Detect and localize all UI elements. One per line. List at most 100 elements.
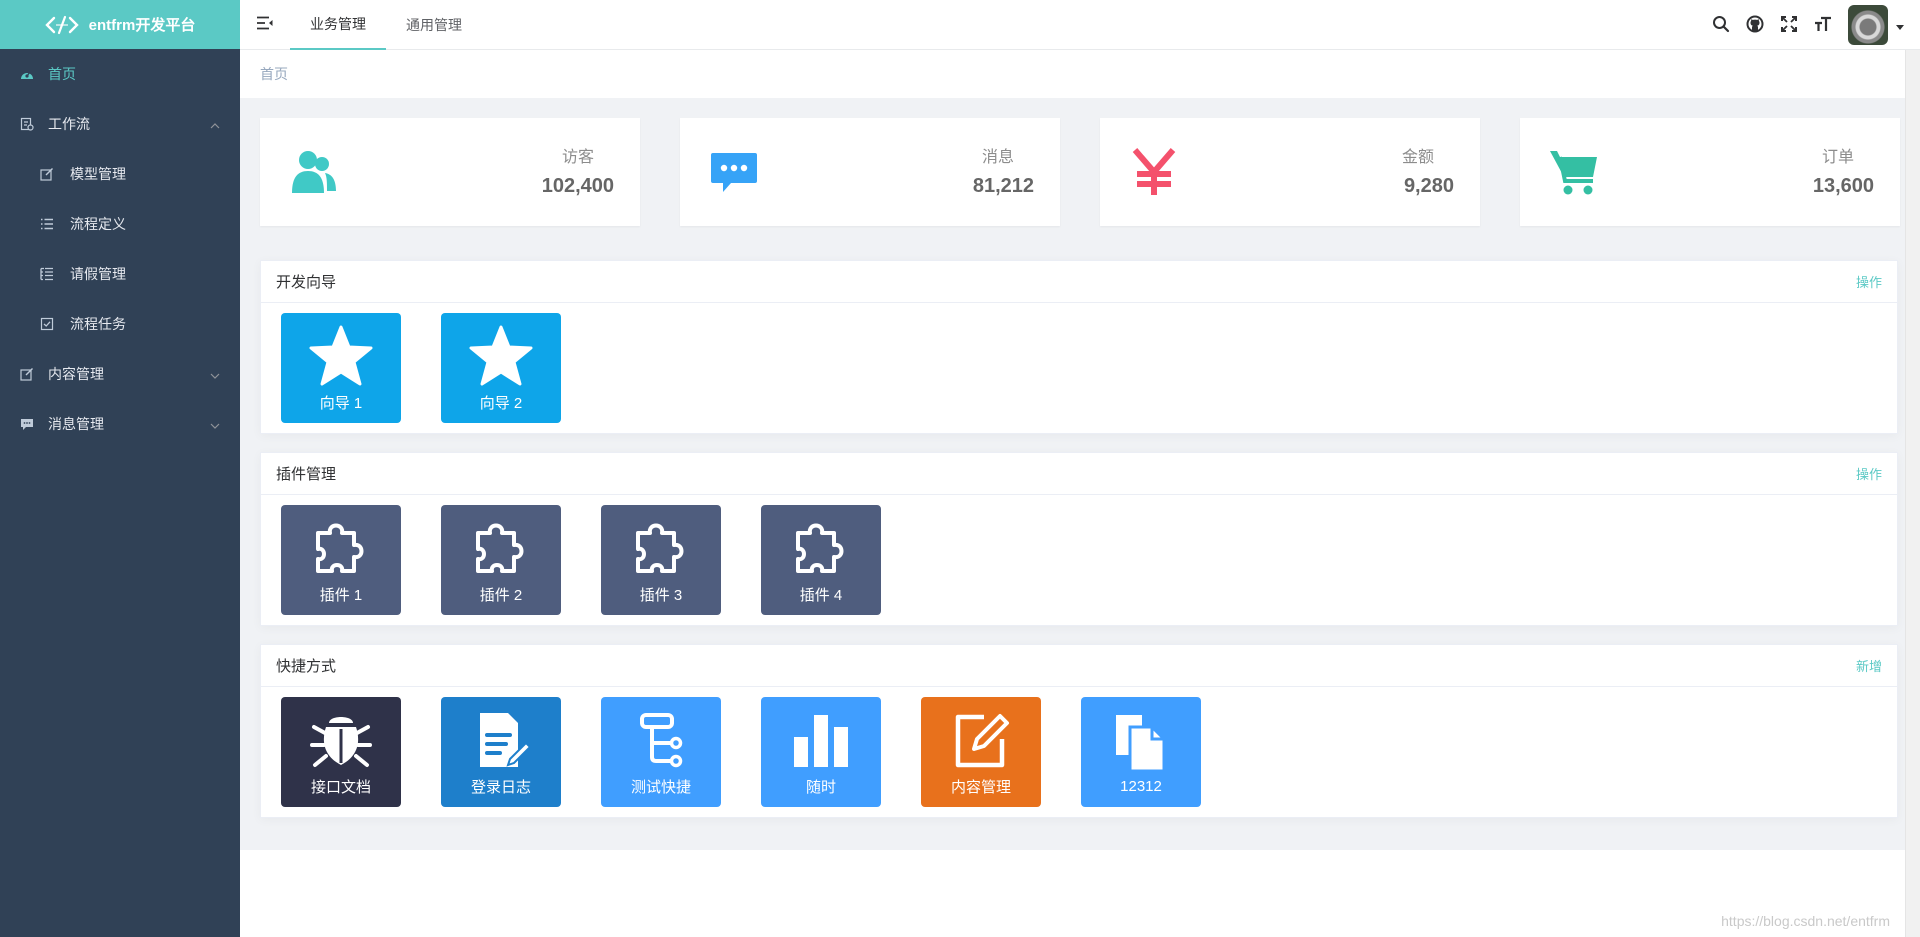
caret-down-icon — [1896, 17, 1904, 33]
yuan-icon — [1128, 146, 1180, 198]
stat-card-amount[interactable]: 金额 9,280 — [1100, 118, 1480, 226]
sidebar-item-workflow[interactable]: 工作流 — [0, 99, 240, 149]
tile-guide-2[interactable]: 向导 2 — [441, 313, 561, 423]
sidebar-item-content[interactable]: 内容管理 — [0, 349, 240, 399]
puzzle-icon — [472, 516, 530, 580]
tree-table-icon — [40, 267, 54, 281]
tile-label: 向导 2 — [479, 394, 523, 412]
dashboard-content: 访客 102,400 消息 81,212 金额 9,280 订单 13,600 … — [240, 98, 1905, 850]
chevron-down-icon — [210, 366, 220, 382]
search-button[interactable] — [1704, 0, 1738, 50]
sidebar-item-home[interactable]: 首页 — [0, 49, 240, 99]
sidebar-toggle-button[interactable] — [240, 0, 290, 50]
tile-guide-1[interactable]: 向导 1 — [281, 313, 401, 423]
document-edit-icon — [470, 708, 532, 772]
sidebar-item-label: 内容管理 — [48, 366, 104, 382]
breadcrumb-item-home[interactable]: 首页 — [260, 64, 288, 84]
sidebar-item-label: 消息管理 — [48, 416, 104, 432]
tile-label: 接口文档 — [310, 778, 371, 796]
tile-label: 插件 3 — [639, 586, 683, 604]
people-icon — [288, 146, 340, 198]
panel-header: 快捷方式 新增 — [261, 645, 1897, 687]
add-shortcut-link[interactable]: 新增 — [1856, 656, 1882, 675]
tile-shortcut-anytime[interactable]: 随时 — [761, 697, 881, 807]
sidebar-item-message[interactable]: 消息管理 — [0, 399, 240, 449]
star-icon — [309, 324, 373, 388]
sidebar-item-model[interactable]: 模型管理 — [0, 149, 240, 199]
stat-label: 访客 — [561, 149, 594, 166]
tile-plugin-1[interactable]: 插件 1 — [281, 505, 401, 615]
message-icon — [708, 146, 760, 198]
tile-plugin-2[interactable]: 插件 2 — [441, 505, 561, 615]
tile-label: 内容管理 — [950, 778, 1011, 796]
stat-card-orders[interactable]: 订单 13,600 — [1520, 118, 1900, 226]
sidebar-item-label: 工作流 — [48, 116, 90, 132]
code-logo-icon — [44, 15, 79, 35]
tile-shortcut-content[interactable]: 内容管理 — [921, 697, 1041, 807]
sidebar-item-label: 模型管理 — [70, 166, 126, 182]
top-navbar: 业务管理 通用管理 — [240, 0, 1920, 50]
stat-label: 消息 — [981, 149, 1014, 166]
puzzle-icon — [792, 516, 850, 580]
message-icon — [20, 417, 34, 431]
stat-label: 金额 — [1401, 149, 1434, 166]
panel-action-link[interactable]: 操作 — [1856, 464, 1882, 483]
sidebar-item-leave[interactable]: 请假管理 — [0, 249, 240, 299]
header-tools — [1704, 0, 1920, 50]
tile-label: 向导 1 — [319, 394, 363, 412]
panel-header: 开发向导 操作 — [261, 261, 1897, 303]
edit-icon — [950, 708, 1012, 772]
tile-label: 12312 — [1120, 777, 1162, 795]
vertical-scrollbar[interactable] — [1905, 50, 1920, 937]
tile-plugin-4[interactable]: 插件 4 — [761, 505, 881, 615]
fullscreen-icon — [1780, 15, 1798, 36]
sidebar-item-process-task[interactable]: 流程任务 — [0, 299, 240, 349]
stat-value: 81,212 — [972, 175, 1034, 197]
chevron-down-icon — [210, 416, 220, 432]
watermark: https://blog.csdn.net/entfrm — [1721, 913, 1890, 929]
stat-value: 13,600 — [1812, 175, 1874, 197]
tab-general[interactable]: 通用管理 — [386, 0, 482, 50]
panel-header: 插件管理 操作 — [261, 453, 1897, 495]
sidebar-item-process-definition[interactable]: 流程定义 — [0, 199, 240, 249]
sidebar-item-label: 首页 — [48, 66, 76, 82]
github-button[interactable] — [1738, 0, 1772, 50]
tile-label: 插件 4 — [799, 586, 843, 604]
github-icon — [1746, 15, 1764, 36]
tile-plugin-3[interactable]: 插件 3 — [601, 505, 721, 615]
stat-value: 9,280 — [1403, 175, 1454, 197]
breadcrumb: 首页 — [240, 50, 1920, 98]
panel-action-link[interactable]: 操作 — [1856, 272, 1882, 291]
star-icon — [469, 324, 533, 388]
stat-label: 订单 — [1821, 149, 1854, 166]
panel-title: 插件管理 — [276, 466, 337, 483]
search-icon — [1712, 15, 1730, 36]
tab-business[interactable]: 业务管理 — [290, 0, 386, 50]
sidebar-item-label: 流程任务 — [70, 316, 126, 332]
puzzle-icon — [312, 516, 370, 580]
guide-panel: 开发向导 操作 向导 1 向导 2 — [260, 260, 1898, 434]
tile-shortcut-12312[interactable]: 12312 — [1081, 697, 1201, 807]
user-menu-dropdown[interactable] — [1892, 0, 1908, 50]
fullscreen-button[interactable] — [1772, 0, 1806, 50]
tile-label: 登录日志 — [470, 778, 531, 796]
app-title: entfrm开发平台 — [88, 17, 196, 34]
list-icon — [40, 217, 54, 231]
font-size-icon — [1814, 15, 1832, 36]
sidebar: entfrm开发平台 首页 工作流 模型管理 流程定义 请假管理 流程任务 内容… — [0, 0, 240, 937]
tile-label: 随时 — [805, 778, 836, 796]
tile-shortcut-api-docs[interactable]: 接口文档 — [281, 697, 401, 807]
tile-shortcut-login-log[interactable]: 登录日志 — [441, 697, 561, 807]
bar-chart-icon — [790, 708, 852, 772]
sidebar-item-label: 请假管理 — [70, 266, 126, 282]
tile-label: 测试快捷 — [630, 778, 691, 796]
tile-label: 插件 1 — [319, 586, 363, 604]
avatar[interactable] — [1848, 5, 1888, 45]
app-logo[interactable]: entfrm开发平台 — [0, 0, 240, 49]
tile-shortcut-test[interactable]: 测试快捷 — [601, 697, 721, 807]
tile-label: 插件 2 — [479, 586, 523, 604]
stat-card-visitors[interactable]: 访客 102,400 — [260, 118, 640, 226]
font-size-button[interactable] — [1806, 0, 1840, 50]
stat-card-messages[interactable]: 消息 81,212 — [680, 118, 1060, 226]
workflow-icon — [20, 117, 34, 131]
